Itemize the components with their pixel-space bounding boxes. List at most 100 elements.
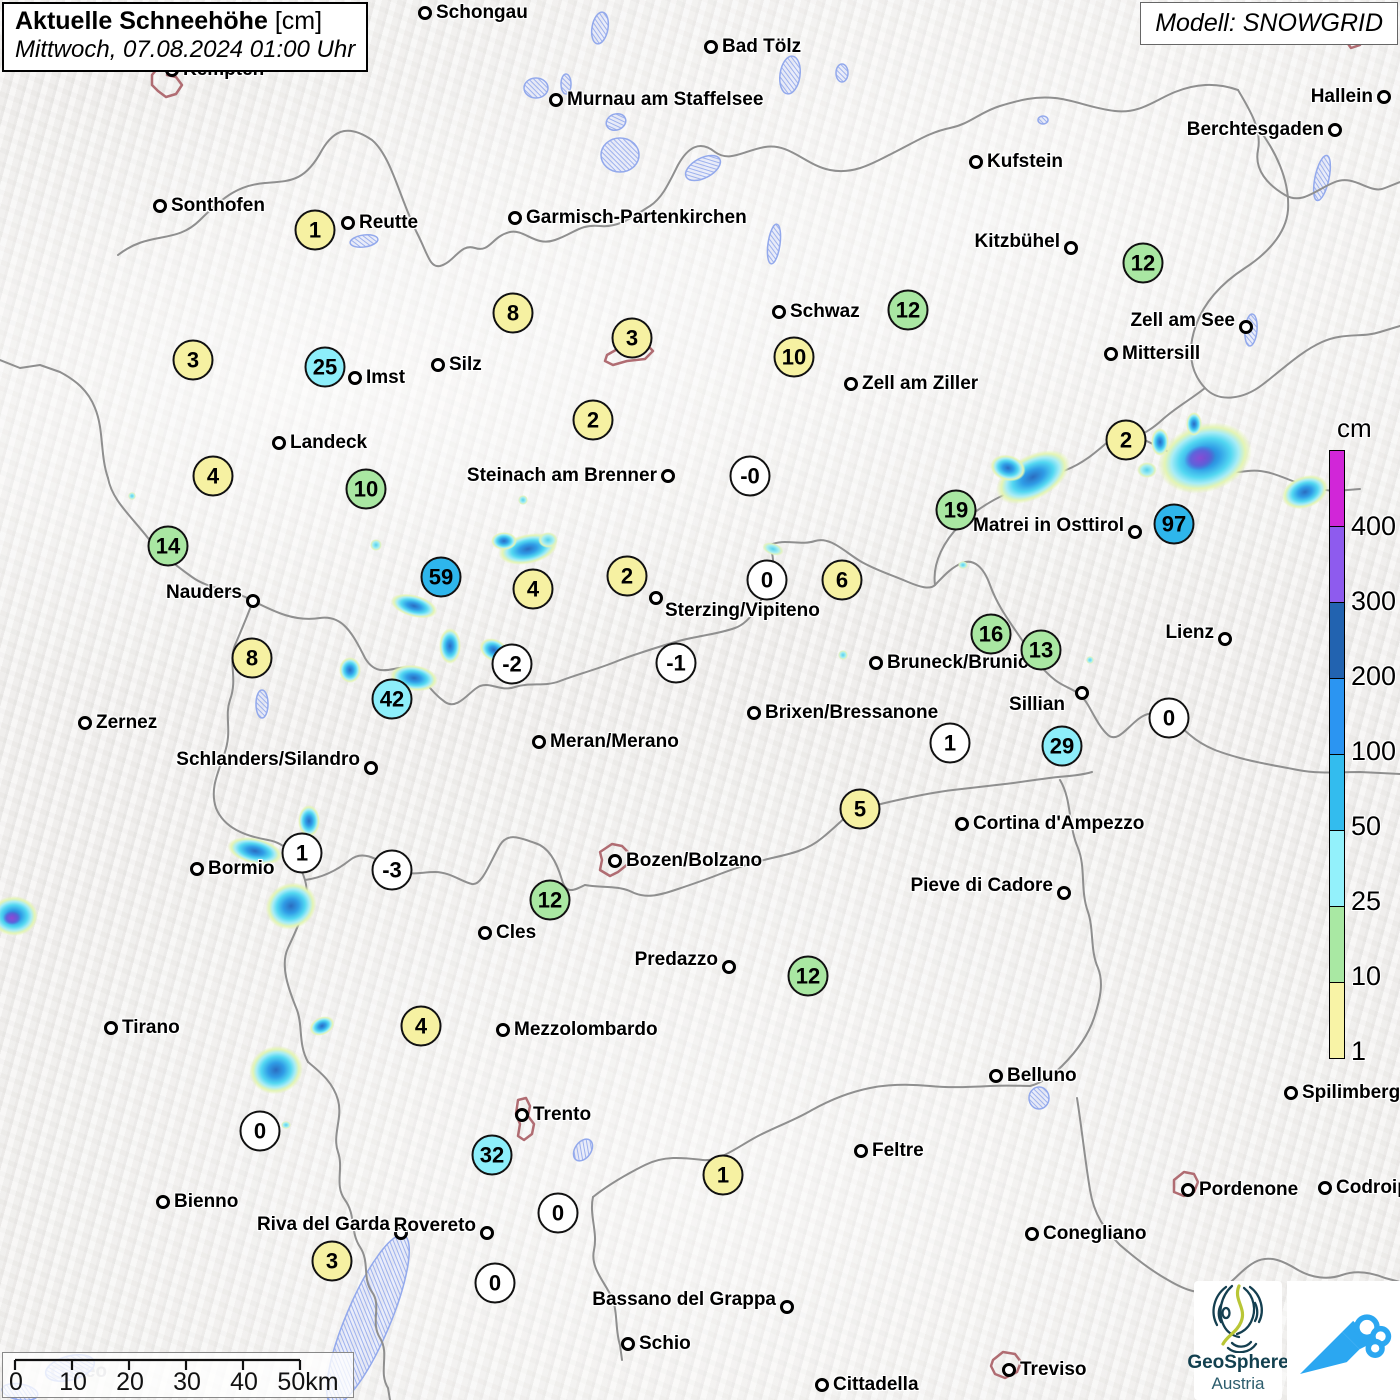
city-dot-icon (515, 1108, 529, 1122)
city-label: Sonthofen (171, 195, 265, 216)
scale-bar-label: 50km (277, 1368, 339, 1396)
city-dot-icon (1104, 347, 1118, 361)
station-value-marker: 10 (345, 468, 387, 510)
station-value-marker: 1 (702, 1154, 744, 1196)
city-dot-icon (815, 1378, 829, 1392)
city-label: Bormio (208, 858, 275, 879)
city-label: Silz (449, 354, 482, 375)
geosphere-country: Austria (1211, 1373, 1265, 1393)
city-label: Murnau am Staffelsee (567, 89, 764, 110)
station-value-marker: 3 (311, 1240, 353, 1282)
city-dot-icon (969, 155, 983, 169)
city-dot-icon (190, 862, 204, 876)
station-value-marker: 8 (231, 637, 273, 679)
station-value-marker: 8 (492, 292, 534, 334)
city-label: Rovereto (393, 1215, 476, 1236)
city-label: Tirano (122, 1017, 180, 1038)
station-value-marker: 4 (512, 568, 554, 610)
city-label: Schwaz (790, 301, 860, 322)
city-dot-icon (747, 706, 761, 720)
city-label: Zell am Ziller (862, 373, 979, 394)
city-dot-icon (1218, 632, 1232, 646)
station-value-marker: 4 (400, 1005, 442, 1047)
city-label: Conegliano (1043, 1223, 1147, 1244)
city-dot-icon (1128, 525, 1142, 539)
legend-class-swatch (1330, 755, 1344, 831)
city-dot-icon (478, 926, 492, 940)
city-label: Brixen/Bressanone (765, 702, 939, 723)
city-label: Pieve di Cadore (910, 875, 1053, 896)
station-value-marker: 16 (970, 613, 1012, 655)
city-dot-icon (1377, 90, 1391, 104)
city-dot-icon (722, 960, 736, 974)
legend-tick-label: 400 (1351, 510, 1397, 541)
station-value-marker: 2 (572, 399, 614, 441)
station-value-marker: -2 (491, 643, 533, 685)
station-value-marker: 3 (172, 339, 214, 381)
city-label: Kitzbühel (974, 231, 1061, 252)
station-value-marker: 6 (821, 559, 863, 601)
city-label: Bozen/Bolzano (626, 850, 763, 871)
legend-tick-label: 300 (1351, 585, 1397, 616)
city-label: Mittersill (1122, 343, 1201, 364)
station-value-marker: 0 (746, 559, 788, 601)
city-label: Meran/Merano (550, 731, 679, 752)
legend-tick-label: 25 (1351, 885, 1382, 916)
city-label: Matrei in Osttirol (973, 515, 1124, 536)
city-label: Reutte (359, 212, 419, 233)
station-value-marker: -1 (655, 642, 697, 684)
station-value-marker: 59 (420, 556, 462, 598)
scale-bar-label: 0 (9, 1368, 23, 1396)
city-label: Cortina d'Ampezzo (973, 813, 1145, 834)
station-value-marker: 14 (147, 525, 189, 567)
city-dot-icon (989, 1069, 1003, 1083)
station-value-marker: 0 (239, 1110, 281, 1152)
station-value-marker: 2 (1105, 419, 1147, 461)
city-label: Nauders (165, 582, 242, 603)
station-value-marker: -3 (371, 849, 413, 891)
city-dot-icon (78, 716, 92, 730)
legend-class-swatch (1330, 831, 1344, 907)
city-dot-icon (496, 1023, 510, 1037)
city-dot-icon (508, 211, 522, 225)
city-label: Kufstein (987, 151, 1063, 172)
snow-depth-map: SchongauBad TölzKemptenMurnau am Staffel… (0, 0, 1400, 1400)
city-label: Trento (533, 1104, 592, 1125)
legend-class-swatch (1330, 603, 1344, 679)
station-value-marker: 3 (611, 317, 653, 359)
city-dot-icon (272, 436, 286, 450)
station-value-marker: 12 (1122, 242, 1164, 284)
title-text: Aktuelle Schneehöhe (15, 7, 268, 35)
model-label: Modell: SNOWGRID (1140, 2, 1398, 45)
city-dot-icon (1002, 1363, 1016, 1377)
city-label: Sillian (1009, 694, 1065, 715)
title-timestamp: Mittwoch, 07.08.2024 01:00 Uhr (15, 36, 356, 63)
mountain-cloud-icon (1287, 1281, 1400, 1400)
station-value-marker: 12 (529, 879, 571, 921)
city-label: Sterzing/Vipiteno (665, 600, 820, 621)
city-dot-icon (854, 1144, 868, 1158)
station-value-marker: 13 (1020, 629, 1062, 671)
geosphere-logo: GeoSphere Austria (1187, 1281, 1289, 1400)
city-dot-icon (608, 854, 622, 868)
city-dot-icon (1057, 886, 1071, 900)
city-dot-icon (1328, 123, 1342, 137)
city-dot-icon (649, 591, 663, 605)
geosphere-contour-icon (1212, 1284, 1263, 1353)
city-label: Garmisch-Partenkirchen (526, 207, 747, 228)
page-title: Aktuelle Schneehöhe [cm] (15, 7, 355, 36)
legend: 400 300 200 100 50 25 10 1 (1329, 450, 1396, 1066)
city-label: Cles (496, 922, 537, 943)
city-dot-icon (348, 371, 362, 385)
legend-class-swatch (1330, 679, 1344, 755)
station-value-marker: 5 (839, 788, 881, 830)
city-dot-icon (780, 1300, 794, 1314)
city-label: Berchtesgaden (1186, 119, 1324, 140)
city-label: Mezzolombardo (514, 1019, 658, 1040)
city-dot-icon (532, 735, 546, 749)
city-label: Bassano del Grappa (592, 1289, 776, 1310)
city-dot-icon (1064, 241, 1078, 255)
legend-tick-label: 10 (1351, 960, 1382, 991)
station-value-marker: 25 (304, 346, 346, 388)
city-dot-icon (104, 1021, 118, 1035)
